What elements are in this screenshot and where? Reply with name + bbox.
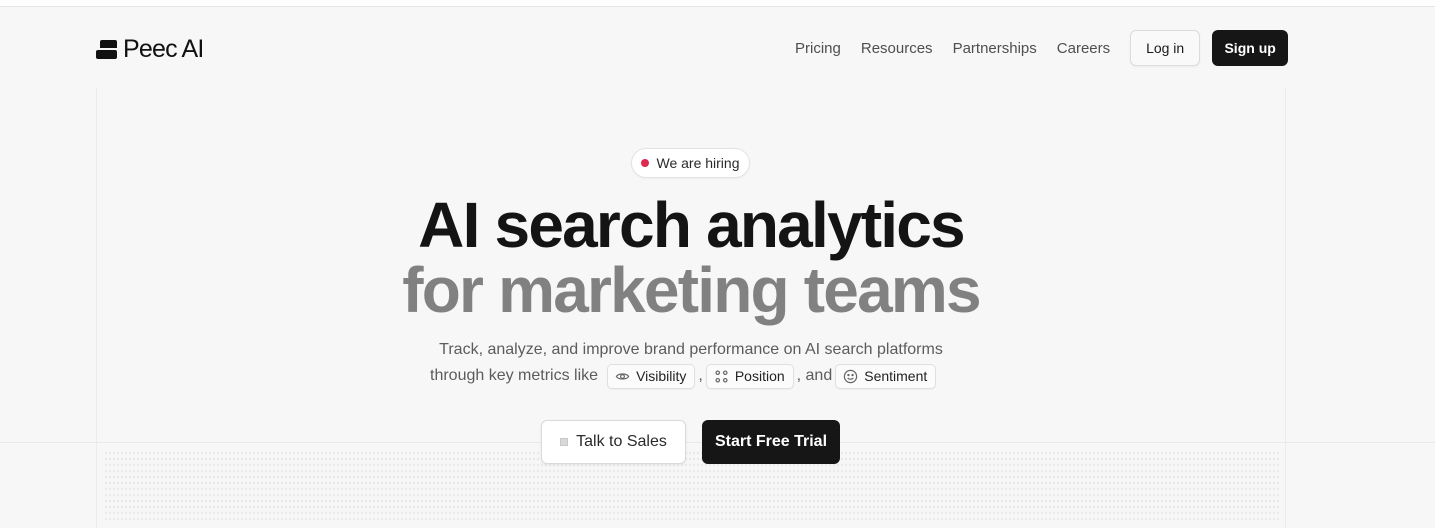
subtext-prefix: through key metrics like: [430, 367, 599, 384]
and-separator: , and: [796, 367, 833, 384]
status-dot-icon: [641, 159, 650, 167]
metric-chip-visibility: Visibility: [607, 363, 696, 389]
metric-chip-sentiment: Sentiment: [835, 363, 937, 389]
brand-name: Peec AI: [123, 34, 204, 63]
dotted-texture: [104, 450, 1280, 523]
hiring-badge-label: We are hiring: [656, 155, 740, 171]
browser-top-strip: [0, 0, 1435, 7]
talk-to-sales-button[interactable]: Talk to Sales: [541, 420, 686, 464]
nav-link-careers[interactable]: Careers: [1057, 40, 1110, 57]
headline-line-2: for marketing teams: [402, 254, 981, 326]
peec-logo-icon: [96, 39, 117, 60]
headline-line-1: AI search analytics: [418, 189, 965, 261]
subtext-line-2: through key metrics like Visibility , Po…: [430, 363, 937, 389]
eye-icon: [615, 372, 630, 380]
top-nav: Pricing Resources Partnerships Careers L…: [795, 30, 1289, 66]
metric-label-position: Position: [734, 368, 785, 384]
login-button[interactable]: Log in: [1130, 30, 1201, 66]
start-free-trial-button[interactable]: Start Free Trial: [702, 420, 840, 464]
nav-link-partnerships[interactable]: Partnerships: [953, 40, 1037, 57]
nav-link-pricing[interactable]: Pricing: [795, 40, 841, 57]
brand-logo[interactable]: Peec AI: [96, 35, 204, 63]
square-icon: [560, 438, 569, 446]
metric-label-sentiment: Sentiment: [864, 368, 928, 384]
subtext-line-1: Track, analyze, and improve brand perfor…: [439, 341, 943, 358]
comma-separator: ,: [698, 367, 703, 384]
metric-chip-position: Position: [705, 363, 794, 389]
hiring-badge[interactable]: We are hiring: [631, 148, 750, 178]
smile-icon: [844, 369, 858, 383]
position-grid-icon: [715, 369, 728, 383]
metric-label-visibility: Visibility: [636, 368, 687, 384]
talk-to-sales-label: Talk to Sales: [576, 433, 667, 450]
nav-link-resources[interactable]: Resources: [861, 40, 933, 57]
signup-button[interactable]: Sign up: [1212, 30, 1289, 66]
